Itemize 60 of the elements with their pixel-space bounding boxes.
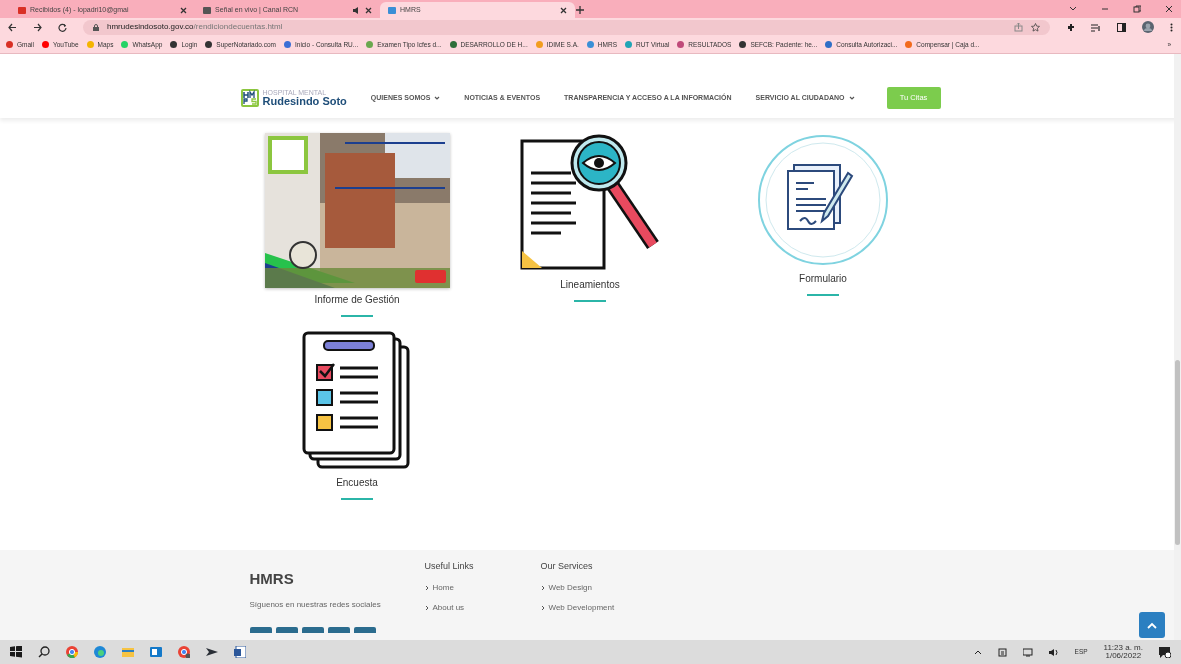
close-icon[interactable] — [365, 6, 372, 14]
footer-link[interactable]: Web Development — [540, 601, 681, 614]
social-button[interactable] — [301, 626, 324, 633]
clock-date[interactable]: 1/06/2022 — [1105, 652, 1142, 660]
footer-link[interactable]: Home — [424, 581, 541, 594]
item-label[interactable]: Informe de Gestión — [314, 292, 400, 307]
social-button[interactable] — [275, 626, 298, 633]
more-icon[interactable] — [1170, 22, 1173, 32]
footer-link[interactable]: Web Design — [540, 581, 681, 594]
chevron-up-icon — [1147, 621, 1157, 629]
chevron-up-icon[interactable] — [973, 649, 982, 655]
lock-icon — [93, 23, 99, 31]
volume-icon[interactable] — [1048, 647, 1059, 657]
footer-heading: Useful Links — [424, 560, 475, 573]
close-icon[interactable] — [180, 6, 187, 14]
footer-tagline: Síguenos en nuestras redes sociales — [249, 598, 382, 611]
document-app-icon[interactable] — [234, 646, 246, 658]
url-text: hmrudesindosoto.gov.co/rendiciondecuentas.html — [107, 21, 283, 33]
social-button[interactable] — [249, 626, 272, 633]
close-icon[interactable] — [560, 6, 567, 14]
network-icon[interactable] — [1022, 647, 1033, 657]
social-button[interactable] — [327, 626, 350, 633]
reading-list-icon[interactable] — [1091, 22, 1101, 32]
item-label[interactable]: Encuesta — [336, 475, 378, 490]
back-icon[interactable] — [8, 22, 17, 32]
speaker-icon[interactable] — [353, 6, 361, 14]
notifications-icon[interactable] — [1159, 646, 1171, 658]
reload-icon[interactable] — [58, 22, 67, 32]
meet-now-icon[interactable] — [997, 647, 1007, 657]
item-label[interactable]: Formulario — [799, 271, 847, 286]
logo-title: Rudesindo Soto — [262, 96, 347, 107]
search-icon[interactable] — [38, 646, 50, 658]
clock-time[interactable]: 11:23 a. m. — [1103, 644, 1143, 652]
footer-brand: HMRS — [249, 569, 295, 589]
windows-icon[interactable] — [10, 646, 22, 658]
scrollbar[interactable] — [1174, 54, 1181, 640]
extensions-icon[interactable] — [1066, 22, 1075, 32]
logo-icon — [240, 89, 259, 107]
item-label[interactable]: Lineamientos — [560, 277, 620, 292]
folder-icon[interactable] — [122, 646, 134, 658]
social-button[interactable] — [353, 626, 376, 633]
side-panel-icon[interactable] — [1117, 22, 1126, 32]
chevron-icon[interactable] — [1069, 5, 1077, 13]
chevron-right-icon — [540, 584, 545, 591]
browser-icon[interactable] — [178, 646, 190, 658]
star-icon[interactable] — [1031, 22, 1040, 32]
chevron-right-icon — [424, 584, 429, 591]
arrow-app-icon[interactable] — [206, 646, 218, 658]
avatar-icon[interactable] — [1142, 21, 1154, 33]
back-to-top-button[interactable] — [1139, 612, 1165, 638]
forward-icon[interactable] — [33, 22, 42, 32]
close-icon[interactable] — [1165, 5, 1173, 13]
footer-link[interactable]: About us — [424, 601, 541, 614]
chevron-right-icon — [424, 604, 429, 611]
mail-app-icon[interactable] — [150, 646, 162, 658]
restore-icon[interactable] — [1133, 5, 1141, 13]
chevron-right-icon — [540, 604, 545, 611]
browser-icon[interactable] — [66, 646, 78, 658]
footer-heading: Our Services — [540, 560, 594, 573]
address-bar[interactable]: hmrudesindosoto.gov.co/rendiciondecuentas.html — [83, 19, 1050, 35]
